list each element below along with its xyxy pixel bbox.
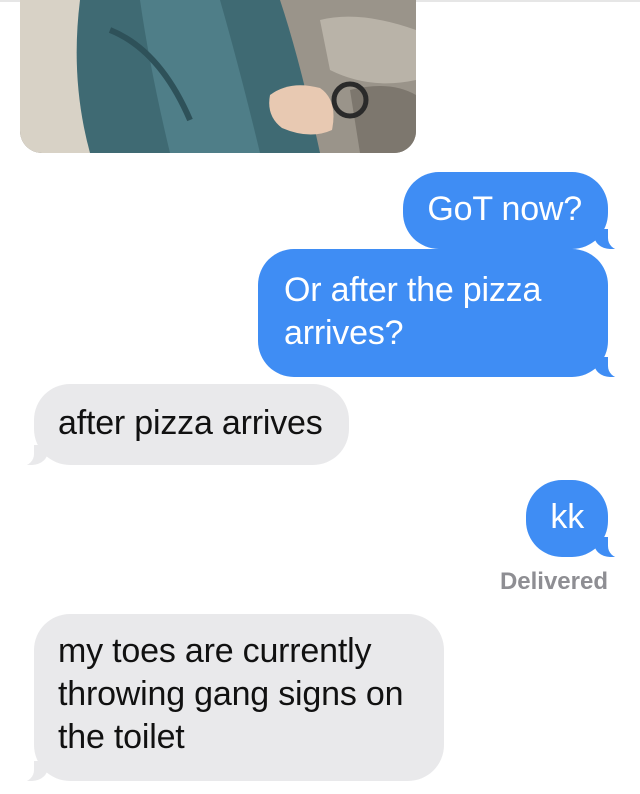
message-text: my toes are currently throwing gang sign…: [58, 632, 404, 756]
message-text: kk: [550, 498, 584, 536]
message-text: GoT now?: [427, 190, 582, 228]
message-bubble-incoming[interactable]: after pizza arrives: [12, 384, 349, 466]
message-bubble-outgoing[interactable]: kk: [526, 480, 630, 558]
message-bubble-incoming[interactable]: my toes are currently throwing gang sign…: [12, 614, 444, 782]
message-text: after pizza arrives: [58, 404, 323, 442]
message-bubble-outgoing[interactable]: GoT now?: [403, 172, 630, 250]
delivery-status: Delivered: [499, 568, 608, 595]
message-bubble-outgoing[interactable]: Or after the pizza arrives?: [258, 249, 630, 378]
message-text: Or after the pizza arrives?: [284, 271, 542, 352]
photo-thumbnail: [20, 0, 416, 153]
photo-message[interactable]: [20, 0, 416, 153]
